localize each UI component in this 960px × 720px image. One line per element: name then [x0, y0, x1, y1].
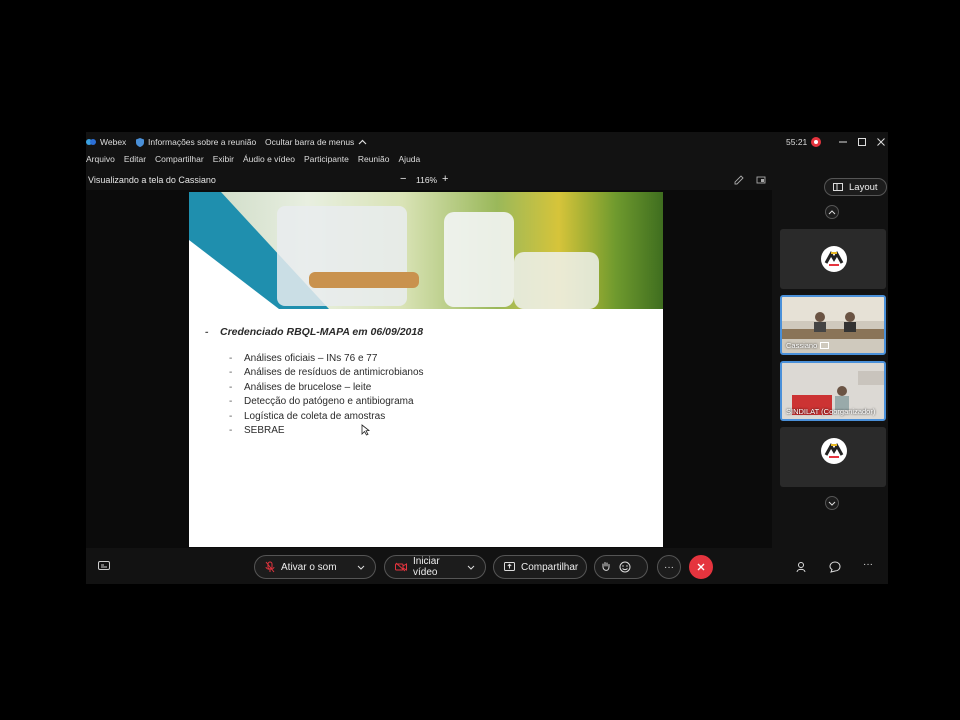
- title-bar: Webex Informações sobre a reunião Oculta…: [86, 132, 888, 152]
- video-off-icon: [395, 562, 407, 572]
- sub-bullet-text: Análises de brucelose – leite: [244, 381, 372, 393]
- sub-bullet-text: Análises oficiais – INs 76 e 77: [244, 352, 378, 364]
- menu-exibir[interactable]: Exibir: [213, 154, 234, 168]
- captions-icon[interactable]: [98, 561, 110, 571]
- chevron-down-icon: [828, 501, 836, 506]
- chat-icon[interactable]: [829, 561, 841, 573]
- viewing-label: Visualizando a tela do Cassiano: [88, 175, 216, 185]
- sub-bullet: - Logística de coleta de amostras: [229, 410, 386, 422]
- chevron-down-icon[interactable]: [357, 565, 365, 570]
- sub-bullet: - Detecção do patógeno e antibiograma: [229, 396, 414, 408]
- participant-tile[interactable]: [780, 229, 886, 289]
- scroll-down-button[interactable]: [825, 496, 839, 510]
- webex-logo-icon: [86, 138, 96, 146]
- microphone-muted-icon: [265, 561, 275, 573]
- participant-name: Cassiano: [786, 341, 818, 350]
- close-icon[interactable]: [876, 137, 886, 147]
- more-options-button[interactable]: ···: [657, 555, 681, 579]
- bullet-dash: -: [205, 326, 209, 338]
- meeting-controls: Ativar o som Iniciar vídeo Compartilhar: [86, 550, 888, 584]
- participant-name: SINDILAT (Coorganizador): [786, 407, 876, 416]
- meeting-timer: 55:21: [786, 137, 822, 147]
- start-video-label: Iniciar vídeo: [413, 556, 440, 578]
- sindilat-logo-icon: [820, 245, 848, 273]
- hide-menu-button[interactable]: Ocultar barra de menus: [265, 137, 367, 147]
- slide-header-image: [189, 192, 663, 309]
- shield-icon: [136, 137, 144, 147]
- menu-bar: Arquivo Editar Compartilhar Exibir Áudio…: [86, 154, 429, 168]
- unmute-button[interactable]: Ativar o som: [254, 555, 376, 579]
- maximize-icon[interactable]: [857, 137, 867, 147]
- close-icon: [696, 562, 706, 572]
- chevron-down-icon[interactable]: [467, 565, 475, 570]
- annotate-icon[interactable]: [734, 175, 744, 185]
- more-icon: ···: [664, 561, 674, 573]
- menu-compartilhar[interactable]: Compartilhar: [155, 154, 204, 168]
- share-info-bar: Visualizando a tela do Cassiano − 116% +: [86, 172, 776, 188]
- more-panel-button[interactable]: ···: [863, 559, 873, 570]
- screen-share-icon: [820, 342, 829, 349]
- zoom-in-button[interactable]: +: [442, 173, 448, 185]
- menu-arquivo[interactable]: Arquivo: [86, 154, 115, 168]
- shared-screen: - Credenciado RBQL-MAPA em 06/09/2018 -A…: [86, 190, 772, 548]
- participant-tile-cassiano[interactable]: Cassiano: [780, 295, 886, 355]
- timer-value: 55:21: [786, 137, 808, 147]
- share-button[interactable]: Compartilhar: [493, 555, 587, 579]
- reactions-group: [594, 555, 648, 579]
- start-video-button[interactable]: Iniciar vídeo: [384, 555, 486, 579]
- menu-editar[interactable]: Editar: [124, 154, 146, 168]
- slide-content: - Credenciado RBQL-MAPA em 06/09/2018 -A…: [205, 326, 424, 438]
- chevron-up-icon: [828, 209, 836, 215]
- scroll-up-button[interactable]: [825, 205, 839, 219]
- menu-ajuda[interactable]: Ajuda: [399, 154, 421, 168]
- sub-bullet: - Análises de resíduos de antimicrobianos: [229, 367, 424, 379]
- menu-participante[interactable]: Participante: [304, 154, 349, 168]
- popout-icon[interactable]: [756, 175, 766, 185]
- slide-main-bullet: - Credenciado RBQL-MAPA em 06/09/2018: [205, 326, 424, 338]
- sub-bullet-text: Análises de resíduos de antimicrobianos: [244, 367, 424, 379]
- sub-bullet: - Análises de brucelose – leite: [229, 381, 372, 393]
- zoom-out-button[interactable]: −: [400, 173, 406, 185]
- participant-panel: Layout Cassiano SINDILAT (Coorganizador): [778, 172, 888, 552]
- meeting-info-button[interactable]: Informações sobre a reunião: [136, 137, 256, 147]
- chevron-up-icon: [358, 139, 367, 145]
- hide-menu-label: Ocultar barra de menus: [265, 137, 355, 147]
- leave-meeting-button[interactable]: [689, 555, 713, 579]
- sub-bullet: - SEBRAE: [229, 425, 285, 437]
- sub-bullet-text: SEBRAE: [244, 425, 285, 437]
- layout-label: Layout: [849, 181, 878, 193]
- emoji-reaction-icon[interactable]: [619, 561, 631, 573]
- participants-icon[interactable]: [796, 561, 808, 573]
- webex-window: Webex Informações sobre a reunião Oculta…: [86, 132, 888, 584]
- app-title: Webex: [86, 137, 126, 147]
- raise-hand-icon[interactable]: [601, 561, 611, 573]
- main-bullet-text: Credenciado RBQL-MAPA em 06/09/2018: [220, 326, 424, 338]
- presentation-slide: - Credenciado RBQL-MAPA em 06/09/2018 -A…: [189, 192, 663, 547]
- share-label: Compartilhar: [521, 561, 579, 573]
- meeting-info-label: Informações sobre a reunião: [148, 137, 257, 147]
- slide-sub-bullets: - Análises oficiais – INs 76 e 77 - Anális…: [229, 351, 424, 438]
- mouse-cursor-icon: [361, 424, 370, 436]
- sub-bullet-text: Logística de coleta de amostras: [244, 410, 386, 422]
- participant-tile[interactable]: [780, 427, 886, 487]
- menu-audio-video[interactable]: Áudio e vídeo: [243, 154, 295, 168]
- zoom-level: 116%: [416, 175, 438, 185]
- minimize-icon[interactable]: [838, 137, 848, 147]
- recording-icon: [811, 137, 822, 147]
- participant-tile-sindilat[interactable]: SINDILAT (Coorganizador): [780, 361, 886, 421]
- layout-icon: [833, 183, 843, 191]
- sub-bullet-text: Detecção do patógeno e antibiograma: [244, 396, 414, 408]
- app-name: Webex: [100, 137, 127, 147]
- layout-button[interactable]: Layout: [824, 178, 887, 196]
- share-screen-icon: [504, 562, 515, 572]
- menu-reuniao[interactable]: Reunião: [358, 154, 390, 168]
- sub-bullet: - Análises oficiais – INs 76 e 77: [229, 352, 378, 364]
- unmute-label: Ativar o som: [281, 561, 337, 573]
- sindilat-logo-icon: [820, 437, 848, 465]
